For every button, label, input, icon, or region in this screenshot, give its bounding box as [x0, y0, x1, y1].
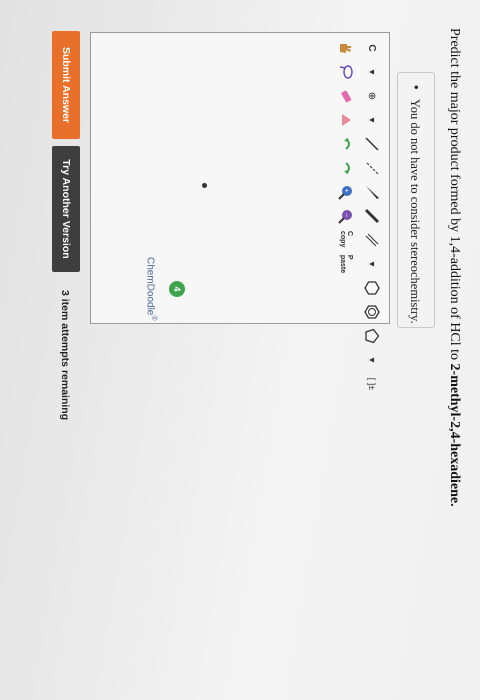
- chemdoodle-watermark: ChemDoodle®: [144, 257, 157, 321]
- question-text: Predict the major product formed by 1,4-…: [446, 28, 462, 507]
- lasso-icon[interactable]: [337, 63, 355, 81]
- multi-bond-tool[interactable]: [363, 231, 381, 249]
- instruction-box: • You do not have to consider stereochem…: [397, 72, 435, 328]
- redo-icon[interactable]: [337, 159, 355, 177]
- paste-tool[interactable]: P paste: [337, 255, 355, 273]
- element-c-tool[interactable]: C: [363, 39, 381, 57]
- editor-toolbar-top: C ▾ ⊕ ▾ ▾ ▾ []±: [359, 39, 385, 399]
- svg-text:−: −: [343, 213, 350, 217]
- question-prefix: Predict the major product formed by 1,4-…: [447, 28, 462, 364]
- dropdown-caret-icon-4[interactable]: ▾: [363, 351, 381, 369]
- eraser-icon[interactable]: [337, 87, 355, 105]
- svg-text:+: +: [343, 189, 350, 193]
- question-compound: 2-methyl-2,4-hexadiene.: [447, 363, 462, 507]
- dropdown-caret-icon-2[interactable]: ▾: [363, 111, 381, 129]
- canvas-dot: [202, 183, 207, 188]
- dropdown-caret-icon[interactable]: ▾: [363, 63, 381, 81]
- clear-icon[interactable]: [337, 111, 355, 129]
- bullet-icon: •: [409, 85, 424, 90]
- wedge-bond-tool[interactable]: [363, 183, 381, 201]
- benzene-ring-tool[interactable]: [363, 303, 381, 321]
- hash-bond-tool[interactable]: [363, 159, 381, 177]
- dropdown-caret-icon-3[interactable]: ▾: [363, 255, 381, 273]
- bold-bond-tool[interactable]: [363, 207, 381, 225]
- single-bond-tool[interactable]: [363, 135, 381, 153]
- charge-plus-tool[interactable]: ⊕: [363, 87, 381, 105]
- try-another-version-button[interactable]: Try Another Version: [52, 146, 80, 272]
- pentagon-ring-tool[interactable]: [363, 327, 381, 345]
- hand-pan-icon[interactable]: [337, 39, 355, 57]
- chemdoodle-editor[interactable]: C ▾ ⊕ ▾ ▾ ▾ []± + − C copy P paste 4 Ch…: [90, 32, 390, 390]
- hexagon-ring-tool[interactable]: [363, 279, 381, 297]
- zoom-in-icon[interactable]: +: [337, 183, 355, 201]
- update-badge[interactable]: 4: [169, 281, 185, 297]
- copy-tool[interactable]: C copy: [337, 231, 355, 249]
- editor-toolbar-bottom: + − C copy P paste: [333, 39, 359, 279]
- instruction-text: You do not have to consider stereochemis…: [408, 99, 422, 324]
- attempts-remaining-text: 3 item attempts remaining: [59, 290, 71, 421]
- submit-answer-button[interactable]: Submit Answer: [52, 31, 80, 139]
- question-page: Predict the major product formed by 1,4-…: [0, 0, 480, 700]
- zoom-out-icon[interactable]: −: [337, 207, 355, 225]
- bracket-charge-tool[interactable]: [ ]±: [363, 375, 381, 393]
- undo-icon[interactable]: [337, 135, 355, 153]
